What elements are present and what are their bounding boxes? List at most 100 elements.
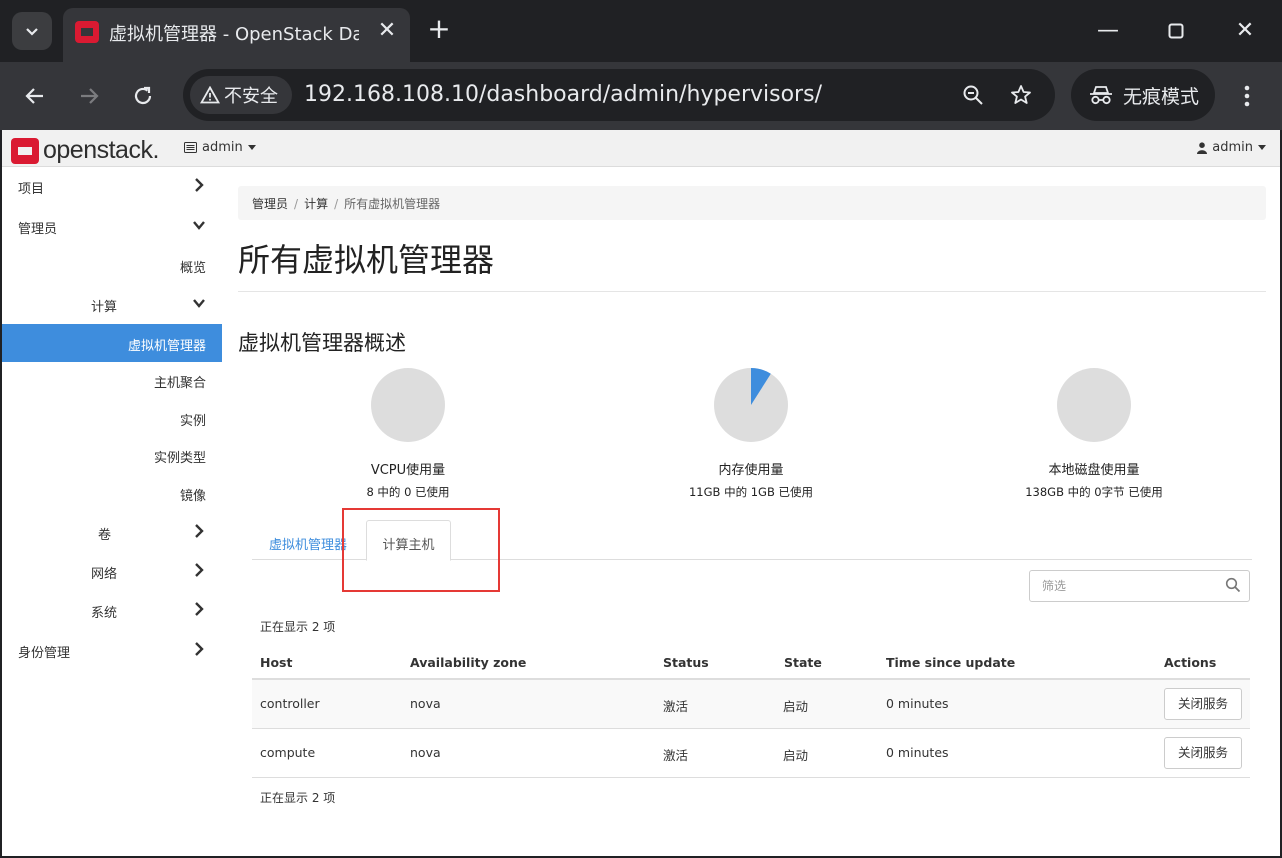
security-label: 不安全 xyxy=(224,86,278,107)
sidebar-item-overview[interactable]: 概览 xyxy=(2,246,222,284)
vcpu-pie xyxy=(371,368,445,442)
cell-status: 激活 xyxy=(663,699,689,714)
column-header-zone: Availability zone xyxy=(410,655,527,670)
maximize-button[interactable] xyxy=(1154,14,1198,48)
disk-usage-chart: 本地磁盘使用量 138GB 中的 0字节 已使用 xyxy=(974,367,1214,500)
project-list-icon xyxy=(184,142,197,153)
tab-close-icon[interactable]: ✕ xyxy=(374,18,400,44)
sidebar-item-instances[interactable]: 实例 xyxy=(2,399,222,437)
sidebar-item-flavors[interactable]: 实例类型 xyxy=(2,436,222,474)
forward-button[interactable] xyxy=(72,80,106,112)
site-security-chip[interactable]: 不安全 xyxy=(190,76,292,114)
project-name: admin xyxy=(202,140,243,155)
sidebar-item-project[interactable]: 项目 xyxy=(2,167,222,205)
disable-service-button[interactable]: 关闭服务 xyxy=(1164,688,1242,720)
logo-text: openstack. xyxy=(43,136,159,164)
web-page: openstack. admin admin 项目 管理员 概览 计算 虚拟机管… xyxy=(2,130,1280,856)
sidebar-item-label: 主机聚合 xyxy=(153,376,206,391)
bookmark-button[interactable] xyxy=(1007,81,1035,109)
sidebar-item-identity[interactable]: 身份管理 xyxy=(2,631,222,669)
warning-icon xyxy=(200,86,220,104)
incognito-label: 无痕模式 xyxy=(1123,85,1200,108)
sidebar-item-label: 计算 xyxy=(91,300,118,315)
column-header-state: State xyxy=(784,655,822,670)
openstack-logo[interactable]: openstack. xyxy=(11,136,159,165)
vcpu-usage-chart: VCPU使用量 8 中的 0 已使用 xyxy=(288,367,528,500)
sidebar-item-label: 项目 xyxy=(18,182,45,197)
compute-hosts-table: Host Availability zone Status State Time… xyxy=(252,647,1250,778)
incognito-indicator[interactable]: 无痕模式 xyxy=(1071,69,1215,121)
window-close-button[interactable]: ✕ xyxy=(1223,14,1267,48)
sidebar-item-images[interactable]: 镜像 xyxy=(2,474,222,512)
zoom-out-icon xyxy=(963,85,983,105)
table-header: Host Availability zone Status State Time… xyxy=(252,647,1250,680)
arrow-left-icon xyxy=(25,88,43,104)
sidebar-item-label: 实例类型 xyxy=(153,451,206,466)
minimize-button[interactable]: — xyxy=(1086,14,1130,48)
sidebar-item-network[interactable]: 网络 xyxy=(2,552,222,590)
search-icon[interactable] xyxy=(1225,577,1241,593)
breadcrumb-item-compute[interactable]: 计算 xyxy=(304,197,328,211)
breadcrumb-separator: / xyxy=(334,197,339,211)
vcpu-chart-sub: 8 中的 0 已使用 xyxy=(366,485,450,499)
filter-input[interactable] xyxy=(1030,571,1220,601)
project-dropdown[interactable]: admin xyxy=(184,140,256,155)
tab-title: 虚拟机管理器 - OpenStack Dashboard xyxy=(109,24,359,45)
cell-zone: nova xyxy=(410,696,441,711)
chevron-right-icon xyxy=(195,602,204,616)
user-dropdown[interactable]: admin xyxy=(1197,140,1266,155)
sidebar-item-label: 身份管理 xyxy=(18,646,71,661)
sidebar-item-label: 网络 xyxy=(91,567,118,582)
caret-down-icon xyxy=(247,145,256,150)
browser-toolbar: 不安全 192.168.108.10/dashboard/admin/hyper… xyxy=(0,62,1282,130)
sidebar-item-volumes[interactable]: 卷 xyxy=(2,513,222,551)
memory-chart-label: 内存使用量 xyxy=(718,463,784,478)
url-text[interactable]: 192.168.108.10/dashboard/admin/hyperviso… xyxy=(304,82,822,107)
filter-box[interactable] xyxy=(1029,570,1250,602)
disk-pie-background xyxy=(1057,368,1131,442)
sidebar-item-compute[interactable]: 计算 xyxy=(2,285,222,323)
breadcrumb-item-admin[interactable]: 管理员 xyxy=(252,197,288,211)
back-button[interactable] xyxy=(18,80,52,112)
caret-down-icon xyxy=(1258,145,1266,150)
tab-hypervisors[interactable]: 虚拟机管理器 xyxy=(269,534,347,553)
cell-state: 启动 xyxy=(783,748,809,763)
browser-tabstrip: 虚拟机管理器 - OpenStack Dashboard ✕ + — ✕ xyxy=(0,0,1282,62)
vcpu-chart-label: VCPU使用量 xyxy=(370,463,446,478)
sidebar-item-hypervisors[interactable]: 虚拟机管理器 xyxy=(2,324,222,362)
chevron-right-icon xyxy=(195,178,204,192)
zoom-button[interactable] xyxy=(959,81,987,109)
reload-button[interactable] xyxy=(126,80,160,112)
disable-service-button[interactable]: 关闭服务 xyxy=(1164,737,1242,769)
tab-search-button[interactable] xyxy=(12,12,52,50)
browser-menu-button[interactable] xyxy=(1232,80,1262,112)
table-row: controller nova 激活 启动 0 minutes 关闭服务 xyxy=(252,680,1250,729)
user-name: admin xyxy=(1212,140,1253,155)
chevron-right-icon xyxy=(195,642,204,656)
star-icon xyxy=(1011,85,1031,104)
browser-tab[interactable]: 虚拟机管理器 - OpenStack Dashboard ✕ xyxy=(63,8,410,62)
column-header-actions: Actions xyxy=(1164,655,1217,670)
chevron-down-icon xyxy=(193,221,205,230)
user-icon xyxy=(1197,141,1208,154)
address-bar[interactable]: 不安全 192.168.108.10/dashboard/admin/hyper… xyxy=(183,69,1055,121)
page-title: 所有虚拟机管理器 xyxy=(238,241,495,279)
sidebar-item-host-aggregates[interactable]: 主机聚合 xyxy=(2,361,222,399)
annotation-highlight-box xyxy=(342,508,500,592)
disk-chart-label: 本地磁盘使用量 xyxy=(1048,463,1140,478)
breadcrumb: 管理员 / 计算 / 所有虚拟机管理器 xyxy=(238,186,1266,220)
cell-host: compute xyxy=(260,745,316,760)
chevron-right-icon xyxy=(195,524,204,538)
openstack-favicon-icon xyxy=(75,21,99,43)
sidebar-item-label: 管理员 xyxy=(18,222,58,237)
cell-updated: 0 minutes xyxy=(886,696,949,711)
sidebar-item-label: 概览 xyxy=(179,261,206,276)
sidebar-item-system[interactable]: 系统 xyxy=(2,591,222,629)
sidebar-item-label: 虚拟机管理器 xyxy=(127,339,206,354)
sidebar-item-label: 镜像 xyxy=(179,489,206,504)
sidebar-item-admin[interactable]: 管理员 xyxy=(2,207,222,245)
cell-host: controller xyxy=(260,696,320,711)
incognito-icon xyxy=(1090,86,1112,105)
new-tab-button[interactable]: + xyxy=(424,14,454,44)
cell-updated: 0 minutes xyxy=(886,745,949,760)
